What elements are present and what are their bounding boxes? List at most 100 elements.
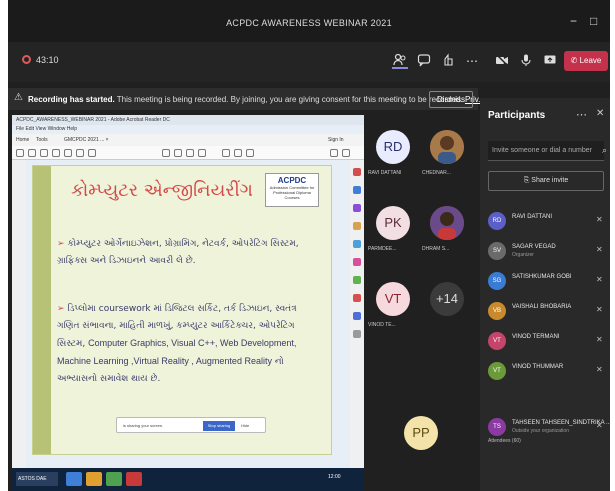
thumbnail-strip bbox=[12, 160, 26, 468]
print-icon bbox=[40, 149, 48, 157]
chat-icon[interactable] bbox=[416, 53, 432, 69]
video-tile[interactable]: RD RAVI DATTANI bbox=[366, 130, 418, 186]
avatar: VT bbox=[488, 332, 506, 350]
participant-row[interactable]: RD RAVI DATTANI ✕ bbox=[488, 210, 608, 234]
mail-icon bbox=[52, 149, 60, 157]
shared-app-tabs: Home Tools GMCPDC 2021 ... × Sign In bbox=[12, 134, 364, 146]
window-title: ACPDC AWARENESS WEBINAR 2021 bbox=[226, 18, 392, 28]
participant-role: Outside your organization bbox=[512, 428, 569, 434]
title-bar: ACPDC AWARENESS WEBINAR 2021 − □ bbox=[8, 0, 610, 42]
participant-row[interactable]: VB VAISHALI BHOBARIA ✕ bbox=[488, 300, 608, 324]
cursor-icon bbox=[162, 149, 170, 157]
video-tile[interactable]: DHRAM S... bbox=[420, 206, 472, 262]
participant-name: SATISHKUMAR GOBI bbox=[512, 274, 572, 280]
avatar: PP bbox=[404, 416, 438, 450]
warning-icon: ⚠ bbox=[14, 92, 23, 103]
participant-row[interactable]: VT VINOD TERMANI ✕ bbox=[488, 330, 608, 354]
tools-pane bbox=[350, 160, 364, 468]
overflow-count: +14 bbox=[430, 282, 464, 316]
avatar: VT bbox=[488, 362, 506, 380]
share-screen-icon[interactable] bbox=[542, 53, 558, 69]
participant-photo bbox=[430, 130, 464, 164]
more-actions-icon[interactable]: ⋯ bbox=[464, 53, 480, 69]
mic-off-icon: ✕ bbox=[596, 245, 603, 254]
avatar: TS bbox=[488, 418, 506, 436]
dismiss-button[interactable]: Dismiss bbox=[429, 91, 473, 108]
shared-app-title: ACPDC_AWARENESS_WEBINAR 2021 - Adobe Acr… bbox=[12, 115, 364, 125]
slide-bullet-1: ➢ કોમ્પ્યુટર ઓર્ગેનાઇઝેશન, પ્રોગ્રામિંગ, … bbox=[57, 239, 299, 266]
protect-icon bbox=[353, 294, 361, 302]
chrome-icon bbox=[106, 472, 122, 486]
people-icon[interactable] bbox=[392, 53, 408, 69]
avatar: SG bbox=[488, 272, 506, 290]
organize-icon bbox=[353, 258, 361, 266]
mic-off-icon[interactable] bbox=[518, 53, 534, 69]
recording-icon bbox=[22, 55, 31, 64]
export-pdf-icon bbox=[353, 168, 361, 176]
video-tile[interactable]: CHEDNAR... bbox=[420, 130, 472, 186]
acrobat-icon bbox=[126, 472, 142, 486]
participant-name: VINOD THUMMAR bbox=[512, 364, 564, 370]
avatar: RD bbox=[488, 212, 506, 230]
overflow-tile[interactable]: +14 bbox=[420, 282, 472, 338]
shared-app-toolbar bbox=[12, 146, 364, 160]
video-tile[interactable]: PP bbox=[394, 416, 446, 472]
close-icon[interactable]: ✕ bbox=[596, 108, 604, 119]
participant-row[interactable]: VT VINOD THUMMAR ✕ bbox=[488, 360, 608, 384]
screen-sharing-pill: is sharing your screen. Stop sharing Hid… bbox=[116, 417, 266, 433]
participant-role: Organizer bbox=[512, 252, 534, 258]
participant-name: VINOD TERMANI bbox=[512, 334, 560, 340]
zoom-out-icon bbox=[186, 149, 194, 157]
panel-title: Participants bbox=[488, 110, 546, 121]
page-down-icon bbox=[88, 149, 96, 157]
invite-input[interactable]: Invite someone or dial a number bbox=[488, 141, 604, 161]
share-invite-button[interactable]: ⎘ Share invite bbox=[488, 171, 604, 191]
create-pdf-icon bbox=[353, 186, 361, 194]
reactions-icon[interactable] bbox=[440, 53, 456, 69]
avatar: RD bbox=[376, 130, 410, 164]
video-grid: RD RAVI DATTANI CHEDNAR... PK PARMDEE...… bbox=[366, 130, 476, 491]
fill-sign-icon bbox=[353, 312, 361, 320]
maximize-button[interactable]: □ bbox=[590, 14, 597, 28]
save-icon bbox=[330, 149, 338, 157]
avatar: SV bbox=[488, 242, 506, 260]
phone-icon: ✆ bbox=[570, 56, 580, 65]
stop-sharing-button: Stop sharing bbox=[203, 421, 235, 431]
more-options-icon[interactable]: ⋯ bbox=[576, 108, 587, 121]
comment-icon bbox=[234, 149, 242, 157]
tile-name: VINOD TE... bbox=[368, 322, 396, 328]
share-icon bbox=[342, 149, 350, 157]
shared-taskbar: ASTOS DAE 12:00 bbox=[12, 468, 364, 491]
pen-icon bbox=[246, 149, 254, 157]
minimize-button[interactable]: − bbox=[570, 14, 577, 28]
recording-banner: ⚠ Recording has started. This meeting is… bbox=[8, 88, 485, 110]
fit-page-icon bbox=[222, 149, 230, 157]
tile-name: PARMDEE... bbox=[368, 246, 397, 252]
participant-name: SAGAR VEGAD bbox=[512, 244, 556, 250]
mic-off-icon: ✕ bbox=[596, 215, 603, 224]
camera-off-icon[interactable] bbox=[494, 53, 510, 69]
leave-button[interactable]: ✆ Leave bbox=[564, 51, 608, 71]
more-tools-icon bbox=[353, 330, 361, 338]
edit-pdf-icon bbox=[353, 204, 361, 212]
comment-tool-icon bbox=[353, 222, 361, 230]
avatar: VB bbox=[488, 302, 506, 320]
participant-row[interactable]: SG SATISHKUMAR GOBI ✕ bbox=[488, 270, 608, 294]
acpdc-logo: ACPDC Admission Committee for Profession… bbox=[265, 173, 319, 207]
search-icon bbox=[64, 149, 72, 157]
participant-photo bbox=[430, 206, 464, 240]
slide-bullet-2: ➢ ડિપ્લોમા coursework માં ડિજિટલ સર્કિટ, … bbox=[57, 304, 297, 384]
folder-icon bbox=[86, 472, 102, 486]
video-tile[interactable]: VT VINOD TE... bbox=[366, 282, 418, 338]
slide-title: કોમ્પ્યુટર એન્જીનિયરીંગ bbox=[71, 180, 253, 201]
participant-row[interactable]: TS TAHSEEN TAHSEEN_SINDTRIKA ... Outside y… bbox=[488, 416, 610, 440]
tab-home: Home bbox=[16, 137, 30, 143]
tile-name: CHEDNAR... bbox=[422, 170, 451, 176]
tile-name: DHRAM S... bbox=[422, 246, 450, 252]
participant-name: VAISHALI BHOBARIA bbox=[512, 304, 572, 310]
participant-row[interactable]: SV SAGAR VEGAD Organizer ✕ bbox=[488, 240, 608, 264]
shared-screen: ACPDC_AWARENESS_WEBINAR 2021 - Adobe Acr… bbox=[12, 115, 364, 491]
zoom-in-icon bbox=[198, 149, 206, 157]
meeting-timer: 43:10 bbox=[22, 55, 59, 65]
video-tile[interactable]: PK PARMDEE... bbox=[366, 206, 418, 262]
